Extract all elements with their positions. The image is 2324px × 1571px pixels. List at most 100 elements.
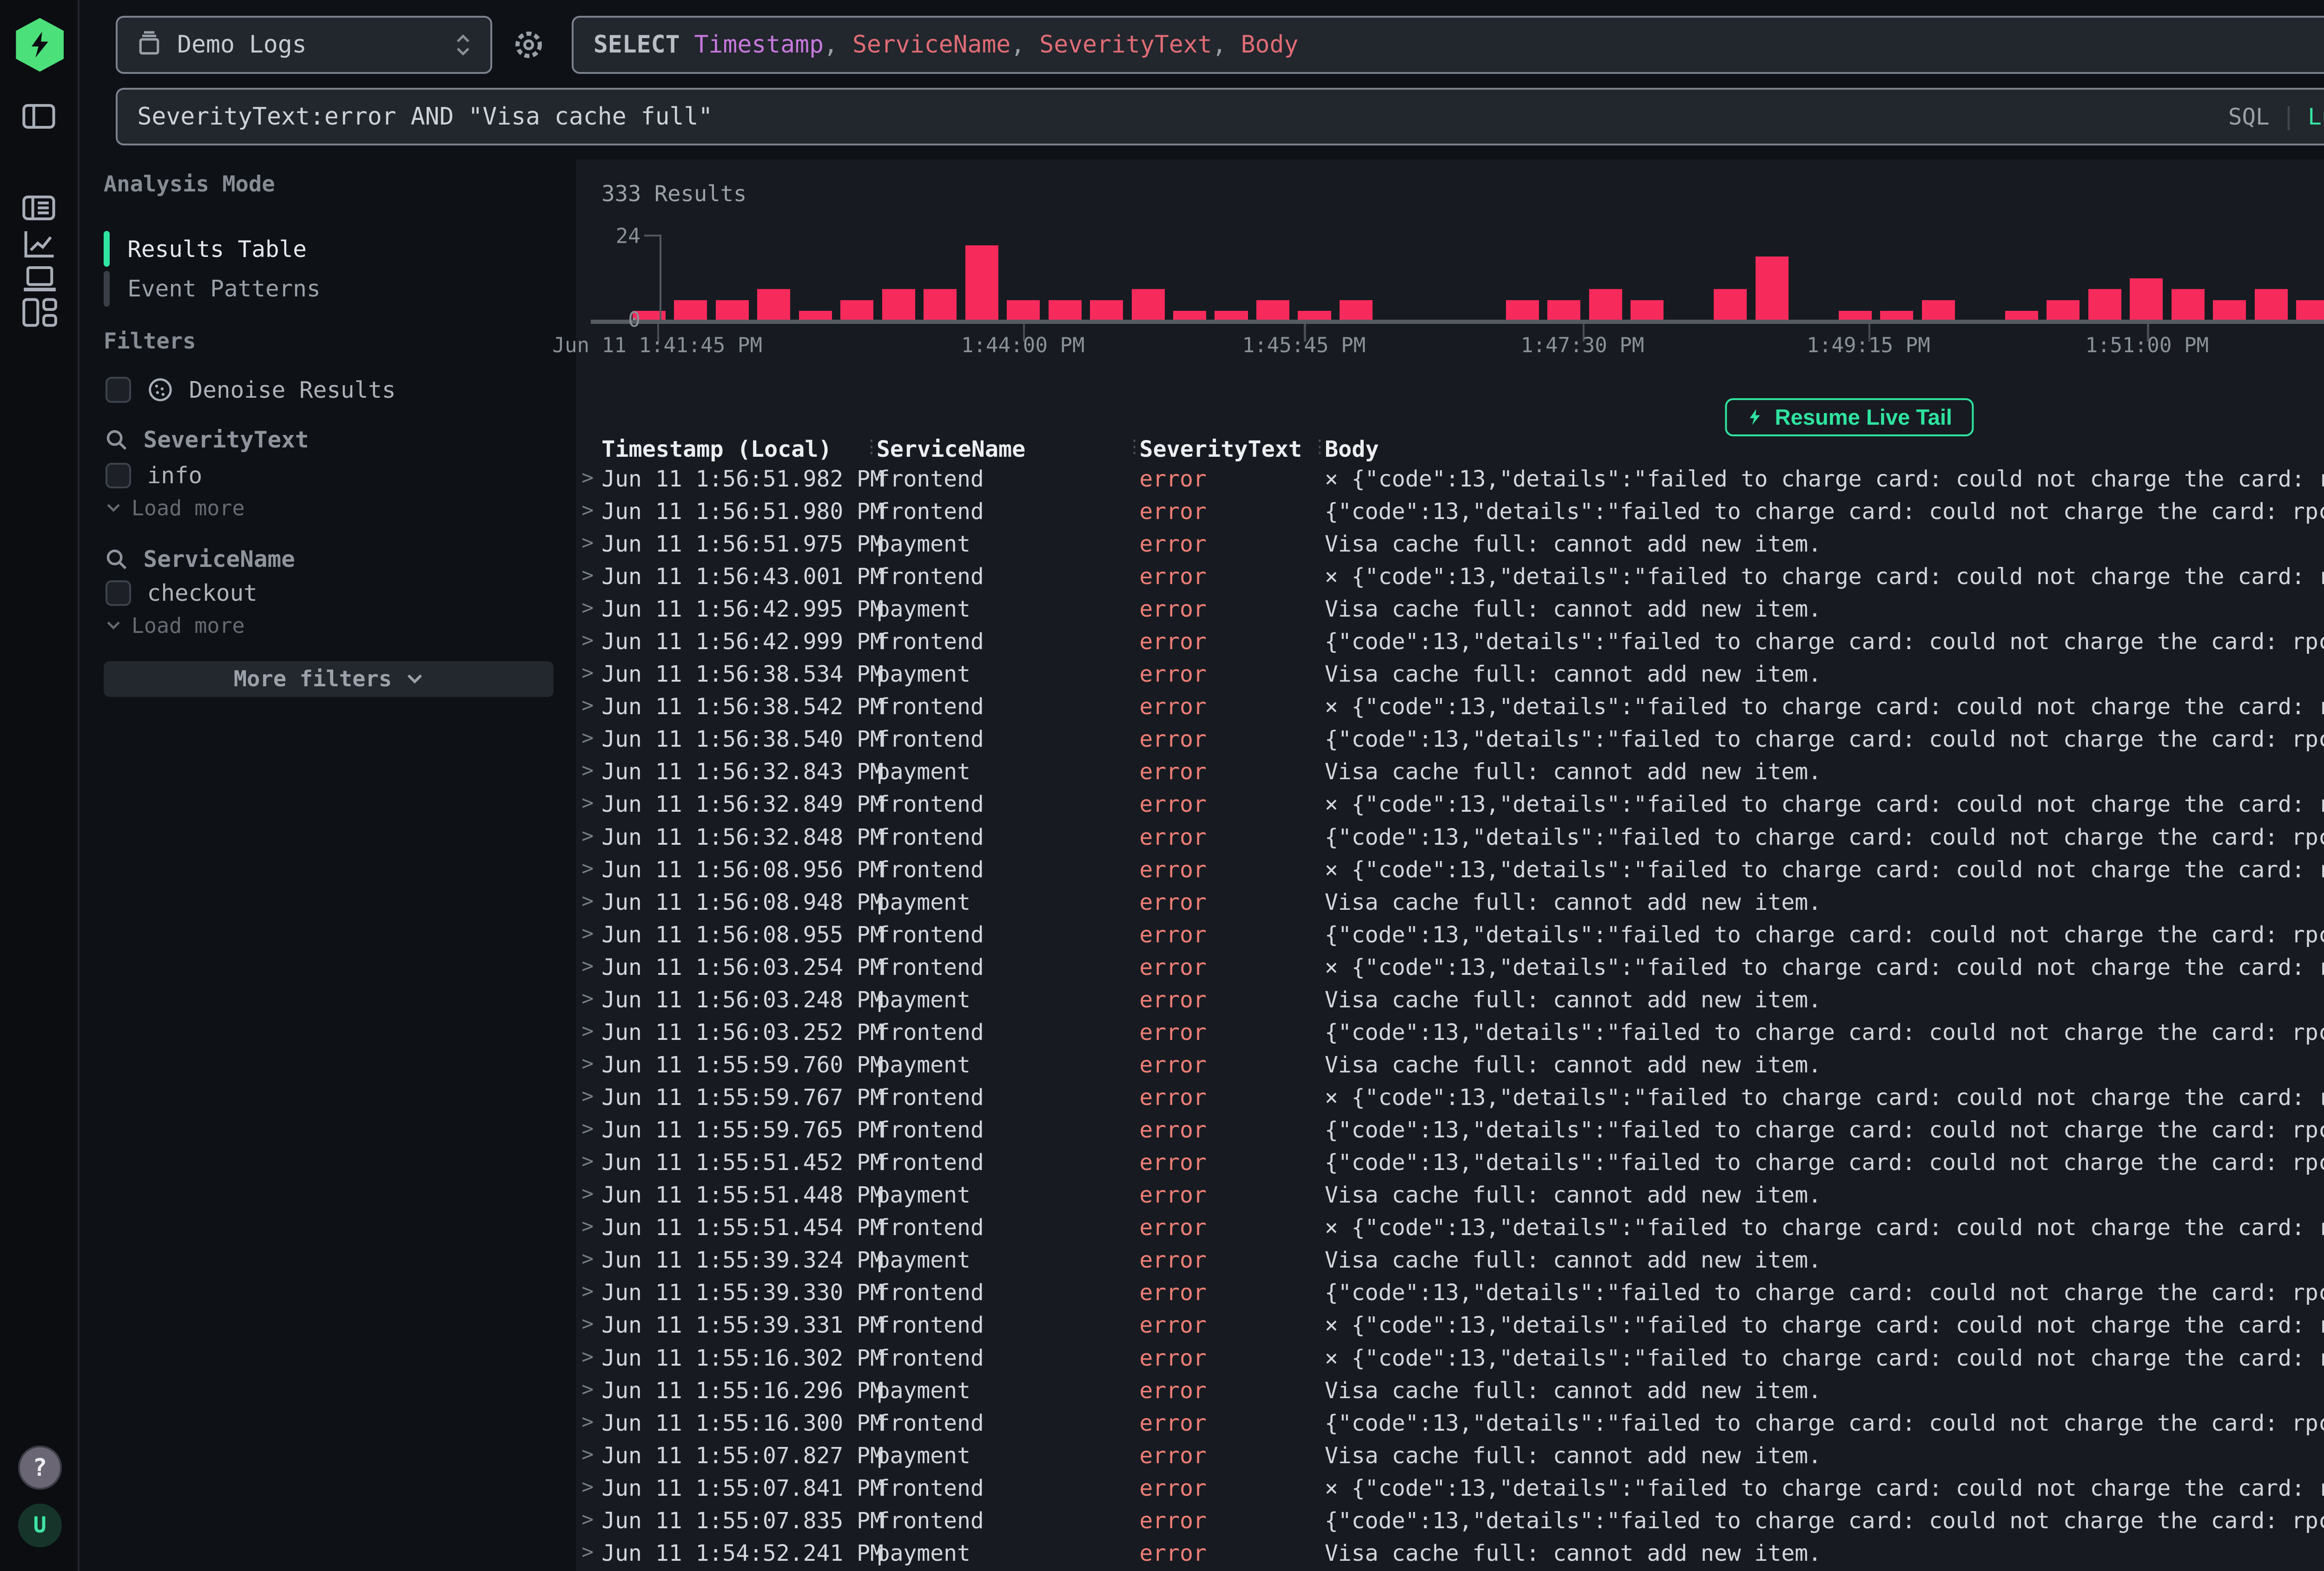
more-filters-button[interactable]: More filters: [104, 661, 554, 697]
row-expand-chevron-icon[interactable]: >: [581, 1085, 594, 1108]
table-row[interactable]: > Jun 11 1:55:59.767 PM frontend error ×…: [576, 1083, 2324, 1115]
row-expand-chevron-icon[interactable]: >: [581, 694, 594, 717]
table-row[interactable]: > Jun 11 1:55:39.330 PM frontend error {…: [576, 1278, 2324, 1310]
help-button[interactable]: ?: [18, 1446, 62, 1489]
row-expand-chevron-icon[interactable]: >: [581, 1117, 594, 1140]
table-row[interactable]: > Jun 11 1:55:51.448 PM payment error Vi…: [576, 1180, 2324, 1213]
table-row[interactable]: > Jun 11 1:56:03.248 PM payment error Vi…: [576, 985, 2324, 1018]
table-row[interactable]: > Jun 11 1:55:51.452 PM frontend error {…: [576, 1148, 2324, 1180]
table-row[interactable]: > Jun 11 1:55:59.765 PM frontend error {…: [576, 1115, 2324, 1148]
load-more-severitytext[interactable]: Load more: [106, 496, 244, 520]
col-header-timestamp[interactable]: Timestamp (Local): [601, 436, 832, 462]
table-row[interactable]: > Jun 11 1:56:32.848 PM frontend error {…: [576, 822, 2324, 855]
histogram-bar[interactable]: [1714, 289, 1747, 322]
row-expand-chevron-icon[interactable]: >: [581, 791, 594, 815]
histogram-bar[interactable]: [1049, 300, 1082, 322]
histogram-bar[interactable]: [674, 300, 707, 322]
language-toggle-sql[interactable]: SQL: [2228, 103, 2270, 130]
table-row[interactable]: > Jun 11 1:56:38.542 PM frontend error ×…: [576, 692, 2324, 724]
row-expand-chevron-icon[interactable]: >: [581, 759, 594, 782]
dashboards-icon[interactable]: [22, 296, 58, 331]
histogram-bar[interactable]: [2172, 289, 2205, 322]
table-row[interactable]: > Jun 11 1:56:32.843 PM payment error Vi…: [576, 757, 2324, 789]
checkout-checkbox[interactable]: [106, 580, 131, 606]
table-row[interactable]: > Jun 11 1:56:38.540 PM frontend error {…: [576, 724, 2324, 757]
histogram-bar[interactable]: [924, 289, 957, 322]
load-more-servicename[interactable]: Load more: [106, 613, 244, 638]
table-row[interactable]: > Jun 11 1:55:07.841 PM frontend error ×…: [576, 1473, 2324, 1505]
histogram-bar[interactable]: [1090, 300, 1123, 322]
language-toggle-lucene[interactable]: Lucene: [2308, 103, 2324, 130]
table-row[interactable]: > Jun 11 1:55:16.300 PM frontend error {…: [576, 1408, 2324, 1440]
app-logo[interactable]: [16, 18, 64, 72]
row-expand-chevron-icon[interactable]: >: [581, 889, 594, 913]
table-row[interactable]: > Jun 11 1:55:07.835 PM frontend error {…: [576, 1506, 2324, 1538]
facet-option-info[interactable]: info: [106, 462, 202, 489]
histogram-bar[interactable]: [840, 300, 873, 322]
search-logs-icon[interactable]: [22, 191, 58, 227]
row-expand-chevron-icon[interactable]: >: [581, 466, 594, 489]
table-row[interactable]: > Jun 11 1:56:43.001 PM frontend error ×…: [576, 562, 2324, 594]
row-expand-chevron-icon[interactable]: >: [581, 596, 594, 619]
histogram-bar[interactable]: [2130, 278, 2163, 322]
table-row[interactable]: > Jun 11 1:56:51.975 PM payment error Vi…: [576, 529, 2324, 562]
row-expand-chevron-icon[interactable]: >: [581, 1215, 594, 1238]
mode-event-patterns[interactable]: Event Patterns: [104, 271, 321, 307]
histogram-bar[interactable]: [2255, 289, 2288, 322]
histogram-bar[interactable]: [1340, 300, 1373, 322]
table-row[interactable]: > Jun 11 1:55:16.296 PM payment error Vi…: [576, 1375, 2324, 1408]
histogram-bar[interactable]: [2088, 289, 2121, 322]
row-expand-chevron-icon[interactable]: >: [581, 726, 594, 749]
table-row[interactable]: > Jun 11 1:56:03.252 PM frontend error {…: [576, 1018, 2324, 1050]
table-row[interactable]: > Jun 11 1:56:42.995 PM payment error Vi…: [576, 594, 2324, 627]
facet-servicename-header[interactable]: ServiceName: [106, 546, 295, 572]
col-header-servicename[interactable]: ServiceName: [877, 436, 1026, 462]
row-expand-chevron-icon[interactable]: >: [581, 1378, 594, 1401]
facet-option-checkout[interactable]: checkout: [106, 579, 257, 606]
histogram-bar[interactable]: [2213, 300, 2246, 322]
histogram-bar[interactable]: [1506, 300, 1539, 322]
row-expand-chevron-icon[interactable]: >: [581, 499, 594, 522]
histogram-bar[interactable]: [757, 289, 790, 322]
histogram-bar[interactable]: [2296, 300, 2324, 322]
source-selector[interactable]: Demo Logs: [116, 16, 492, 73]
row-expand-chevron-icon[interactable]: >: [581, 1345, 594, 1368]
table-row[interactable]: > Jun 11 1:55:39.331 PM frontend error ×…: [576, 1310, 2324, 1343]
histogram-bar[interactable]: [1922, 300, 1955, 322]
row-expand-chevron-icon[interactable]: >: [581, 987, 594, 1010]
table-row[interactable]: > Jun 11 1:56:42.999 PM frontend error {…: [576, 627, 2324, 659]
table-row[interactable]: > Jun 11 1:55:39.324 PM payment error Vi…: [576, 1245, 2324, 1278]
row-expand-chevron-icon[interactable]: >: [581, 1182, 594, 1205]
histogram-bar[interactable]: [1589, 289, 1622, 322]
histogram-bar[interactable]: [1631, 300, 1664, 322]
row-expand-chevron-icon[interactable]: >: [581, 1019, 594, 1043]
user-avatar[interactable]: U: [18, 1504, 62, 1547]
resume-live-tail-button[interactable]: Resume Live Tail: [1725, 398, 1974, 436]
row-expand-chevron-icon[interactable]: >: [581, 531, 594, 554]
row-expand-chevron-icon[interactable]: >: [581, 1280, 594, 1303]
row-expand-chevron-icon[interactable]: >: [581, 1052, 594, 1075]
sessions-icon[interactable]: [22, 261, 58, 296]
row-expand-chevron-icon[interactable]: >: [581, 1508, 594, 1531]
histogram-bar[interactable]: [1547, 300, 1580, 322]
table-row[interactable]: > Jun 11 1:56:38.534 PM payment error Vi…: [576, 659, 2324, 692]
histogram-bar[interactable]: [1756, 256, 1789, 322]
table-row[interactable]: > Jun 11 1:55:16.302 PM frontend error ×…: [576, 1343, 2324, 1375]
table-row[interactable]: > Jun 11 1:55:59.760 PM payment error Vi…: [576, 1050, 2324, 1083]
histogram-bar[interactable]: [716, 300, 749, 322]
mode-results-table[interactable]: Results Table: [104, 231, 307, 267]
row-expand-chevron-icon[interactable]: >: [581, 857, 594, 880]
row-expand-chevron-icon[interactable]: >: [581, 1410, 594, 1433]
table-row[interactable]: > Jun 11 1:55:51.454 PM frontend error ×…: [576, 1213, 2324, 1245]
row-expand-chevron-icon[interactable]: >: [581, 1540, 594, 1564]
chart-explorer-icon[interactable]: [22, 227, 58, 263]
row-expand-chevron-icon[interactable]: >: [581, 629, 594, 652]
row-expand-chevron-icon[interactable]: >: [581, 1312, 594, 1335]
row-expand-chevron-icon[interactable]: >: [581, 661, 594, 684]
table-row[interactable]: > Jun 11 1:54:52.241 PM payment error Vi…: [576, 1538, 2324, 1571]
row-expand-chevron-icon[interactable]: >: [581, 922, 594, 945]
table-row[interactable]: > Jun 11 1:56:51.982 PM frontend error ×…: [576, 464, 2324, 497]
histogram-bar[interactable]: [965, 245, 998, 322]
info-checkbox[interactable]: [106, 463, 131, 488]
row-expand-chevron-icon[interactable]: >: [581, 954, 594, 978]
